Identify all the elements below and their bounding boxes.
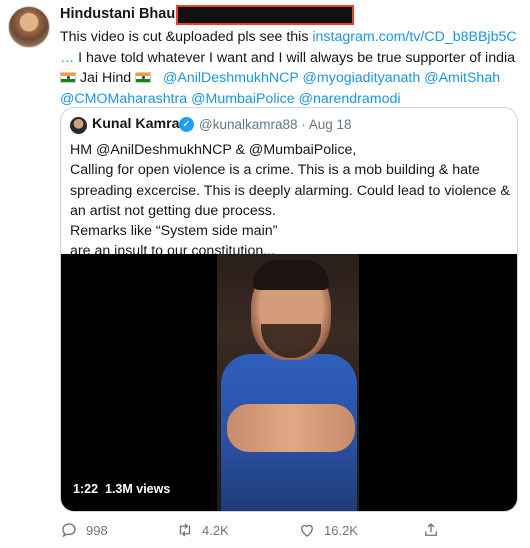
- instagram-link[interactable]: instagram.com/tv/CD_b8BBjb5C: [312, 29, 516, 45]
- verified-badge-icon: ✓: [179, 117, 194, 132]
- video-views: 1.3M views: [105, 482, 171, 496]
- tweet-text-lead: This video is cut &uploaded pls see this: [60, 29, 313, 45]
- quoted-author-name: Kunal Kamra: [92, 116, 180, 132]
- like-icon: [301, 524, 313, 537]
- quoted-text: HM @AnilDeshmukhNCP & @MumbaiPolice, Cal…: [70, 140, 510, 262]
- india-flag-icon: [60, 72, 76, 83]
- video-person-hair: [253, 260, 329, 290]
- retweet-button[interactable]: 4.2K: [176, 518, 229, 542]
- tweet-actions: 998 4.2K 16.2K: [60, 518, 480, 542]
- reply-button[interactable]: 998: [60, 518, 108, 542]
- link-ellipsis[interactable]: …: [60, 50, 74, 66]
- author-avatar[interactable]: [8, 6, 50, 48]
- tweet: Hindustani Bhau This video is cut &uploa…: [0, 0, 530, 548]
- like-button[interactable]: 16.2K: [298, 518, 358, 542]
- quoted-line: Remarks like “System side main”: [70, 223, 278, 240]
- retweet-icon: [179, 523, 191, 537]
- share-button[interactable]: [422, 518, 440, 542]
- quoted-tweet[interactable]: Kunal Kamra ✓ @kunalkamra88 · Aug 18 HM …: [60, 107, 518, 512]
- share-icon: [425, 523, 437, 536]
- tweet-text-mid: I have told whatever I want and I will a…: [74, 49, 516, 66]
- mention-mumbaipolice[interactable]: @MumbaiPolice: [191, 91, 295, 107]
- mention-myogiadityanath[interactable]: @myogiadityanath: [303, 70, 421, 86]
- like-count: 16.2K: [324, 522, 358, 538]
- video-person-arms: [227, 404, 355, 452]
- redaction-box: [176, 5, 354, 25]
- mention-amitshah[interactable]: @AmitShah: [424, 70, 500, 86]
- mention-anildeshmukhncp[interactable]: @AnilDeshmukhNCP: [163, 70, 299, 86]
- quoted-handle-date: @kunalkamra88 · Aug 18: [199, 117, 352, 132]
- quoted-avatar: [70, 117, 87, 134]
- reply-icon: [62, 523, 76, 538]
- jai-hind-text: Jai Hind: [76, 70, 136, 86]
- india-flag-icon: [135, 72, 152, 83]
- mention-cmomaharashtra[interactable]: @CMOMaharashtra: [60, 91, 187, 107]
- tweet-text: This video is cut &uploaded pls see this…: [60, 27, 522, 109]
- author-name[interactable]: Hindustani Bhau: [60, 6, 175, 22]
- quoted-line: Calling for open violence is a crime. Th…: [70, 162, 510, 219]
- quoted-line: HM @AnilDeshmukhNCP & @MumbaiPolice,: [70, 142, 357, 158]
- reply-count: 998: [86, 522, 108, 538]
- video-player[interactable]: 1:22 1.3M views: [61, 254, 517, 511]
- retweet-count: 4.2K: [202, 522, 229, 538]
- video-duration: 1:22: [73, 482, 99, 496]
- mention-narendramodi[interactable]: @narendramodi: [299, 91, 401, 107]
